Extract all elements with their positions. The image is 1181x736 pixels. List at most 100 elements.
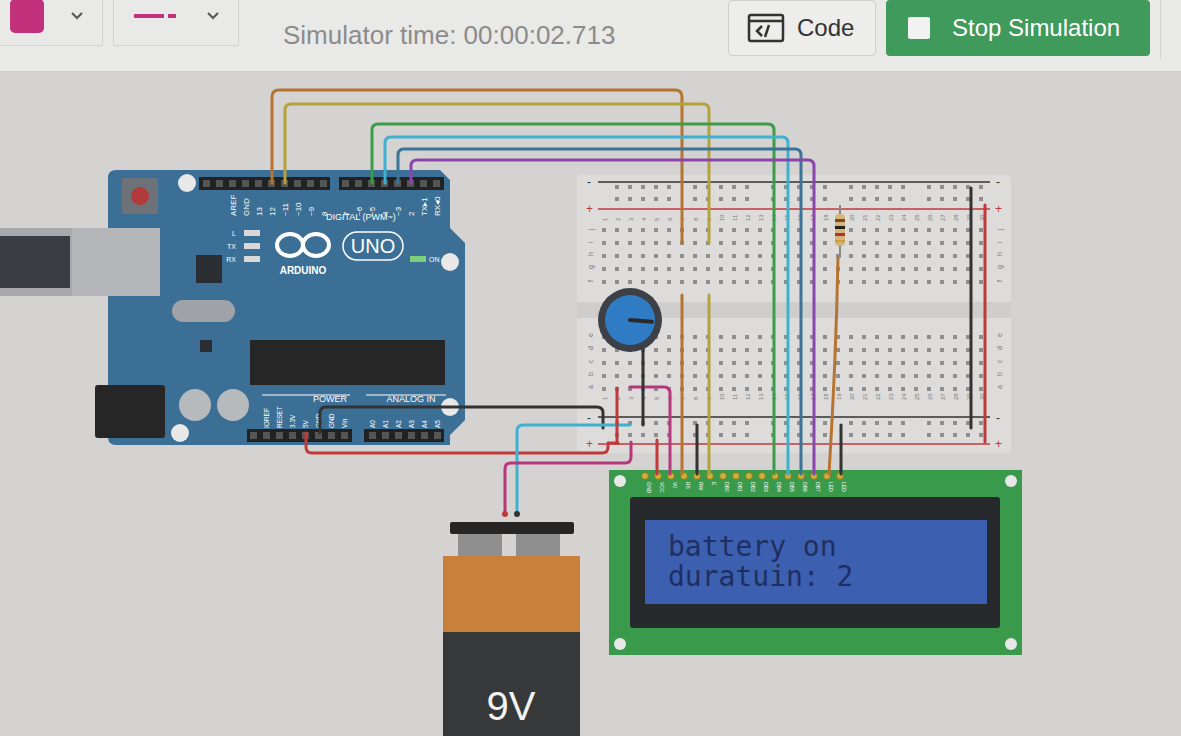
- lcd-16x2[interactable]: battery onduratuin: 2GNDVCCV0RSRWEDB0DB1…: [609, 470, 1022, 655]
- header-pin[interactable]: [382, 432, 389, 439]
- breadboard-hole[interactable]: [732, 421, 736, 425]
- color-picker[interactable]: [0, 0, 103, 46]
- breadboard-hole[interactable]: [758, 267, 762, 271]
- header-pin[interactable]: [263, 432, 270, 439]
- lcd-pin[interactable]: [746, 473, 753, 480]
- breadboard-hole[interactable]: [628, 267, 632, 271]
- header-pin[interactable]: [341, 432, 348, 439]
- breadboard-hole[interactable]: [732, 185, 736, 189]
- breadboard-hole[interactable]: [680, 280, 684, 284]
- breadboard-hole[interactable]: [823, 197, 827, 201]
- breadboard-hole[interactable]: [875, 433, 879, 437]
- breadboard-hole[interactable]: [654, 433, 658, 437]
- breadboard-hole[interactable]: [888, 433, 892, 437]
- header-pin[interactable]: [408, 432, 415, 439]
- header-pin[interactable]: [203, 180, 210, 187]
- breadboard-hole[interactable]: [602, 280, 606, 284]
- breadboard-hole[interactable]: [706, 267, 710, 271]
- wire[interactable]: [385, 137, 788, 474]
- breadboard-hole[interactable]: [875, 361, 879, 365]
- breadboard-hole[interactable]: [953, 185, 957, 189]
- breadboard-hole[interactable]: [693, 387, 697, 391]
- breadboard-hole[interactable]: [862, 228, 866, 232]
- breadboard-hole[interactable]: [875, 387, 879, 391]
- wire[interactable]: [630, 387, 670, 474]
- breadboard-hole[interactable]: [966, 197, 970, 201]
- breadboard-hole[interactable]: [641, 254, 645, 258]
- breadboard-hole[interactable]: [641, 185, 645, 189]
- breadboard-hole[interactable]: [888, 228, 892, 232]
- breadboard-hole[interactable]: [654, 185, 658, 189]
- breadboard-hole[interactable]: [745, 387, 749, 391]
- breadboard-hole[interactable]: [966, 421, 970, 425]
- wire[interactable]: [617, 388, 657, 474]
- breadboard-hole[interactable]: [628, 433, 632, 437]
- breadboard-hole[interactable]: [953, 267, 957, 271]
- breadboard-hole[interactable]: [966, 361, 970, 365]
- breadboard-hole[interactable]: [862, 421, 866, 425]
- breadboard-hole[interactable]: [849, 197, 853, 201]
- breadboard-hole[interactable]: [979, 241, 983, 245]
- header-pin[interactable]: [276, 432, 283, 439]
- wire[interactable]: [505, 442, 631, 513]
- breadboard-hole[interactable]: [914, 348, 918, 352]
- breadboard-hole[interactable]: [875, 267, 879, 271]
- breadboard-hole[interactable]: [849, 254, 853, 258]
- breadboard-hole[interactable]: [979, 348, 983, 352]
- breadboard-hole[interactable]: [953, 387, 957, 391]
- breadboard-hole[interactable]: [654, 348, 658, 352]
- wire[interactable]: [320, 407, 603, 433]
- breadboard-hole[interactable]: [667, 254, 671, 258]
- breadboard-hole[interactable]: [667, 361, 671, 365]
- code-button[interactable]: Code: [728, 0, 876, 56]
- breadboard-hole[interactable]: [901, 228, 905, 232]
- breadboard-hole[interactable]: [693, 185, 697, 189]
- breadboard-hole[interactable]: [914, 361, 918, 365]
- breadboard-hole[interactable]: [719, 348, 723, 352]
- breadboard-hole[interactable]: [953, 228, 957, 232]
- breadboard-hole[interactable]: [849, 421, 853, 425]
- breadboard-hole[interactable]: [849, 185, 853, 189]
- breadboard-hole[interactable]: [602, 241, 606, 245]
- breadboard-hole[interactable]: [615, 228, 619, 232]
- breadboard-hole[interactable]: [914, 374, 918, 378]
- breadboard-hole[interactable]: [745, 280, 749, 284]
- breadboard-hole[interactable]: [667, 267, 671, 271]
- breadboard-hole[interactable]: [615, 254, 619, 258]
- breadboard-hole[interactable]: [849, 348, 853, 352]
- lcd-pin[interactable]: [759, 473, 766, 480]
- breadboard-hole[interactable]: [979, 421, 983, 425]
- breadboard-hole[interactable]: [719, 185, 723, 189]
- breadboard-hole[interactable]: [849, 280, 853, 284]
- breadboard-hole[interactable]: [693, 228, 697, 232]
- breadboard-hole[interactable]: [888, 241, 892, 245]
- breadboard-hole[interactable]: [979, 335, 983, 339]
- breadboard-hole[interactable]: [927, 254, 931, 258]
- breadboard-hole[interactable]: [602, 348, 606, 352]
- breadboard-hole[interactable]: [914, 387, 918, 391]
- breadboard-hole[interactable]: [758, 241, 762, 245]
- breadboard-hole[interactable]: [862, 433, 866, 437]
- breadboard-hole[interactable]: [888, 254, 892, 258]
- breadboard-hole[interactable]: [888, 197, 892, 201]
- breadboard-hole[interactable]: [706, 254, 710, 258]
- breadboard-hole[interactable]: [875, 421, 879, 425]
- breadboard-hole[interactable]: [927, 280, 931, 284]
- breadboard-hole[interactable]: [732, 197, 736, 201]
- breadboard-hole[interactable]: [732, 387, 736, 391]
- breadboard-hole[interactable]: [914, 228, 918, 232]
- breadboard-hole[interactable]: [667, 335, 671, 339]
- breadboard-hole[interactable]: [953, 374, 957, 378]
- breadboard-hole[interactable]: [615, 241, 619, 245]
- breadboard-hole[interactable]: [719, 374, 723, 378]
- breadboard-hole[interactable]: [693, 267, 697, 271]
- breadboard-hole[interactable]: [875, 197, 879, 201]
- breadboard-hole[interactable]: [745, 433, 749, 437]
- breadboard-hole[interactable]: [888, 387, 892, 391]
- breadboard-hole[interactable]: [966, 185, 970, 189]
- breadboard-hole[interactable]: [680, 254, 684, 258]
- wire[interactable]: [517, 425, 630, 513]
- breadboard-hole[interactable]: [966, 433, 970, 437]
- breadboard-hole[interactable]: [719, 197, 723, 201]
- header-pin[interactable]: [229, 180, 236, 187]
